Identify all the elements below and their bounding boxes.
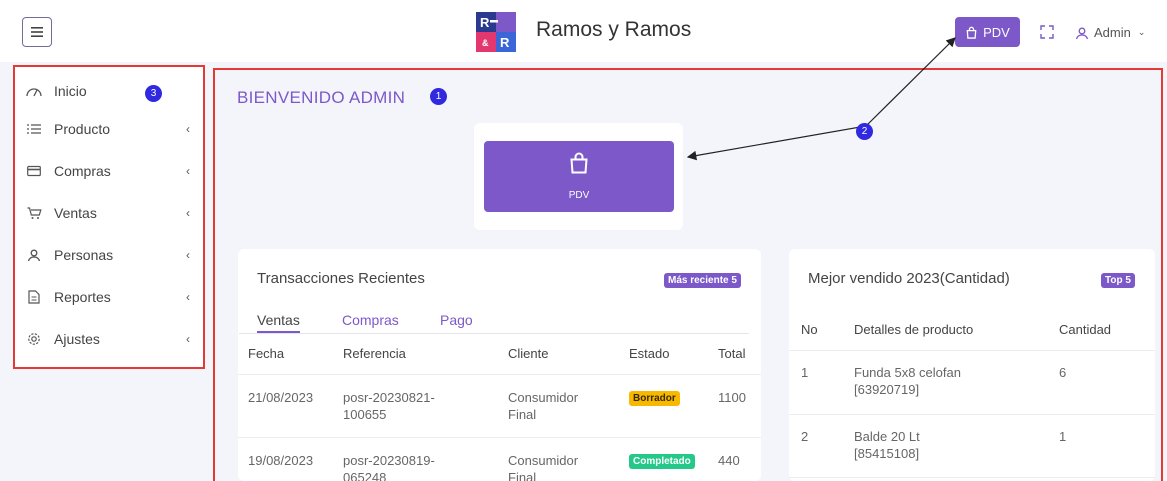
cell-cliente-line1: Consumidor [508,390,579,405]
sidebar-item-ajustes[interactable]: Ajustes ‹ [26,329,190,349]
sidebar-item-reportes[interactable]: Reportes ‹ [26,287,190,307]
cell-referencia-line1: posr-20230821- [343,390,435,405]
product-code: [85415108] [854,446,920,461]
hamburger-icon [31,27,43,37]
pdv-header-button[interactable]: PDV [955,17,1020,47]
svg-text:&: & [482,38,489,48]
column-header-no[interactable]: No [801,322,818,337]
brand-logo[interactable]: R & R [476,12,516,52]
sidebar-item-label: Producto [54,121,111,137]
tab-ventas[interactable]: Ventas [257,312,300,333]
user-icon [26,247,42,263]
top-navbar: R & R Ramos y Ramos PDV Admin ⌄ [0,0,1167,62]
pdv-main-label: PDV [568,190,590,201]
cell-cliente-line2: Final [508,470,537,481]
status-badge: Borrador [629,391,680,406]
column-header-estado[interactable]: Estado [629,346,669,361]
cell-fecha: 19/08/2023 [248,453,314,468]
page-title: BIENVENIDO ADMIN [237,88,406,107]
sidebar-item-inicio[interactable]: Inicio [26,81,188,101]
list-icon [26,121,42,137]
column-header-cantidad[interactable]: Cantidad [1059,322,1111,337]
sidebar-item-personas[interactable]: Personas ‹ [26,245,190,265]
sidebar-item-label: Compras [54,163,111,179]
cell-product-details: Funda 5x8 celofan [63920719] [854,364,961,398]
fullscreen-icon[interactable] [1039,24,1055,40]
table-divider [789,350,1155,351]
cell-referencia-line2: 065248 [343,470,387,481]
cell-referencia-line2: 100655 [343,407,387,422]
product-name: Balde 20 Lt [854,429,920,444]
annotation-badge-3: 3 [145,85,162,102]
recent-pill-badge: Más reciente 5 [664,273,741,288]
sidebar-item-label: Reportes [54,289,111,305]
shopping-bag-icon [570,152,588,174]
cell-referencia[interactable]: posr-20230821- 100655 [343,389,435,423]
svg-text:R: R [480,15,490,30]
cell-cantidad: 1 [1059,429,1067,444]
tab-pago[interactable]: Pago [440,312,473,328]
product-name: Funda 5x8 celofan [854,365,961,380]
chevron-down-icon: ⌄ [1137,27,1146,37]
product-code: [63920719] [854,382,920,397]
chevron-left-icon: ‹ [186,248,190,262]
top5-pill-badge: Top 5 [1101,273,1135,288]
column-header-fecha[interactable]: Fecha [248,346,284,361]
shopping-bag-icon [966,26,977,39]
cell-no: 2 [801,429,809,444]
column-header-referencia[interactable]: Referencia [343,346,406,361]
pdv-main-button[interactable]: PDV [484,141,674,212]
cell-cantidad: 6 [1059,365,1067,380]
chevron-left-icon: ‹ [186,164,190,178]
annotation-badge-1: 1 [430,88,447,105]
annotation-badge-2: 2 [856,123,873,140]
column-header-total[interactable]: Total [718,346,745,361]
cell-cliente: Consumidor Final [508,452,578,481]
sidebar-item-compras[interactable]: Compras ‹ [26,161,190,181]
tab-compras[interactable]: Compras [342,312,399,328]
user-icon [1075,27,1089,39]
sidebar-item-label: Ventas [54,205,97,221]
column-header-detalles[interactable]: Detalles de producto [854,322,973,337]
best-sellers-title: Mejor vendido 2023(Cantidad) [808,270,1010,287]
cart-icon [26,205,42,221]
transactions-tabs: Ventas Compras Pago [239,312,749,334]
transactions-title: Transacciones Recientes [257,270,425,287]
chevron-left-icon: ‹ [186,122,190,136]
pdv-header-label: PDV [983,24,1010,40]
gear-icon [26,331,42,347]
cell-total: 1100 [718,390,746,405]
cell-product-details: Balde 20 Lt [85415108] [854,428,920,462]
cell-cliente: Consumidor Final [508,389,578,423]
credit-card-icon [26,163,42,179]
cell-no: 1 [801,365,809,380]
cell-cliente-line2: Final [508,407,537,422]
sidebar-item-label: Personas [54,247,114,263]
chevron-left-icon: ‹ [186,206,190,220]
cell-total: 440 [718,453,740,468]
table-divider [238,437,761,438]
sidebar-item-label: Ajustes [54,331,100,347]
cell-fecha: 21/08/2023 [248,390,314,405]
svg-text:R: R [500,35,510,50]
table-divider [238,374,761,375]
chevron-left-icon: ‹ [186,332,190,346]
user-menu[interactable]: Admin ⌄ [1075,25,1145,40]
sidebar-item-producto[interactable]: Producto ‹ [26,119,190,139]
table-divider [789,414,1155,415]
brand-name: Ramos y Ramos [536,18,692,41]
table-divider [789,477,1155,478]
sidebar-item-label: Inicio [54,83,87,99]
hamburger-menu-button[interactable] [22,17,52,47]
user-name: Admin [1094,25,1131,40]
cell-cliente-line1: Consumidor [508,453,579,468]
cell-referencia-line1: posr-20230819- [343,453,435,468]
file-icon [26,289,42,305]
cell-referencia[interactable]: posr-20230819- 065248 [343,452,435,481]
status-badge: Completado [629,454,695,469]
dashboard-gauge-icon [26,83,42,99]
chevron-left-icon: ‹ [186,290,190,304]
sidebar-item-ventas[interactable]: Ventas ‹ [26,203,190,223]
column-header-cliente[interactable]: Cliente [508,346,548,361]
